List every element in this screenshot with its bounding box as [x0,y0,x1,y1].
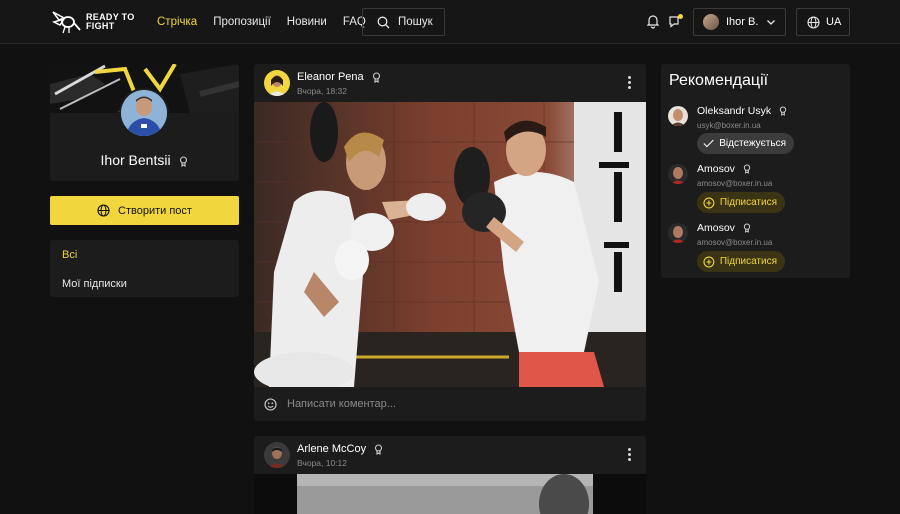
subscribe-label: Підписатися [719,197,777,208]
chevron-down-icon [767,20,776,25]
post-author-avatar[interactable] [264,442,290,468]
messages-button[interactable] [668,13,684,29]
feed-post: Arlene McCoy Вчора, 10:12 [254,436,646,514]
recommendations-card: Рекомендації Oleksandr Usyk usyk@boxer.i… [661,64,850,278]
chat-notification-icon [669,14,683,28]
recommendation-email: amosov@boxer.in.ua [697,179,773,188]
following-button[interactable]: Відстежується [697,133,794,154]
post-timestamp: Вчора, 10:12 [297,458,347,468]
post-author-avatar[interactable] [264,70,290,96]
recommendations-title: Рекомендації [669,72,769,89]
language-selector[interactable]: UA [796,8,850,36]
comment-placeholder: Написати коментар... [287,398,396,410]
subscribe-button[interactable]: Підписатися [697,192,785,213]
profile-card: Ihor Bentsii [50,64,239,181]
following-label: Відстежується [719,138,786,149]
recommendation-avatar[interactable] [668,106,688,126]
feed-post: Eleanor Pena Вчора, 18:32 Написати комен… [254,64,646,421]
post-author-name[interactable]: Arlene McCoy [297,443,383,455]
wasp-logo-icon [51,11,81,34]
recommendation-avatar[interactable] [668,223,688,243]
award-icon [180,156,188,167]
plus-circle-icon [703,197,715,208]
recommendation-avatar[interactable] [668,164,688,184]
plus-circle-icon [703,256,715,267]
create-post-label: Створити пост [118,204,192,217]
filter-my-subscriptions[interactable]: Мої підписки [62,278,127,290]
language-label: UA [826,16,842,28]
top-header: READY TO FIGHT Стрічка Пропозиції Новини… [0,0,900,44]
feed-filter: Всі Мої підписки [50,240,239,297]
comment-input[interactable]: Написати коментар... [254,387,646,421]
profile-avatar[interactable] [119,88,169,138]
profile-name: Ihor Bentsii [50,152,239,168]
more-vertical-icon[interactable] [628,448,632,462]
more-vertical-icon[interactable] [628,76,632,90]
award-icon [743,223,751,234]
filter-all[interactable]: Всі [62,249,77,261]
user-menu[interactable]: Ihor B. [693,8,786,36]
post-header: Arlene McCoy Вчора, 10:12 [254,436,646,474]
main-nav: Стрічка Пропозиції Новини FAQ [157,0,382,44]
smile-icon [264,397,277,411]
post-image[interactable] [254,474,646,514]
nav-news[interactable]: Новини [287,16,327,28]
recommendation-name[interactable]: Amosov [697,163,751,175]
logo-text: READY TO FIGHT [86,12,135,31]
recommendation-name[interactable]: Amosov [697,222,751,234]
post-author-name[interactable]: Eleanor Pena [297,71,381,83]
logo[interactable]: READY TO FIGHT [50,8,146,36]
post-timestamp: Вчора, 18:32 [297,86,347,96]
search-button[interactable]: Пошук [362,8,445,36]
globe-icon [97,204,110,217]
award-icon [779,106,787,117]
search-icon [377,16,390,28]
recommendation-email: usyk@boxer.in.ua [697,121,761,130]
award-icon [743,164,751,175]
nav-offers[interactable]: Пропозиції [213,16,271,28]
globe-icon [807,15,820,29]
recommendation-email: amosov@boxer.in.ua [697,238,773,247]
subscribe-button[interactable]: Підписатися [697,251,785,272]
notifications-button[interactable] [645,13,661,29]
user-name: Ihor B. [726,16,759,28]
create-post-button[interactable]: Створити пост [50,196,239,225]
post-header: Eleanor Pena Вчора, 18:32 [254,64,646,102]
award-icon [372,72,380,83]
subscribe-label: Підписатися [719,256,777,267]
nav-feed[interactable]: Стрічка [157,16,197,28]
check-icon [703,139,714,148]
recommendation-name[interactable]: Oleksandr Usyk [697,105,787,117]
user-avatar [703,14,719,30]
award-icon [375,444,383,455]
bell-icon [646,15,660,29]
post-image[interactable] [254,102,646,392]
search-label: Пошук [398,16,433,28]
